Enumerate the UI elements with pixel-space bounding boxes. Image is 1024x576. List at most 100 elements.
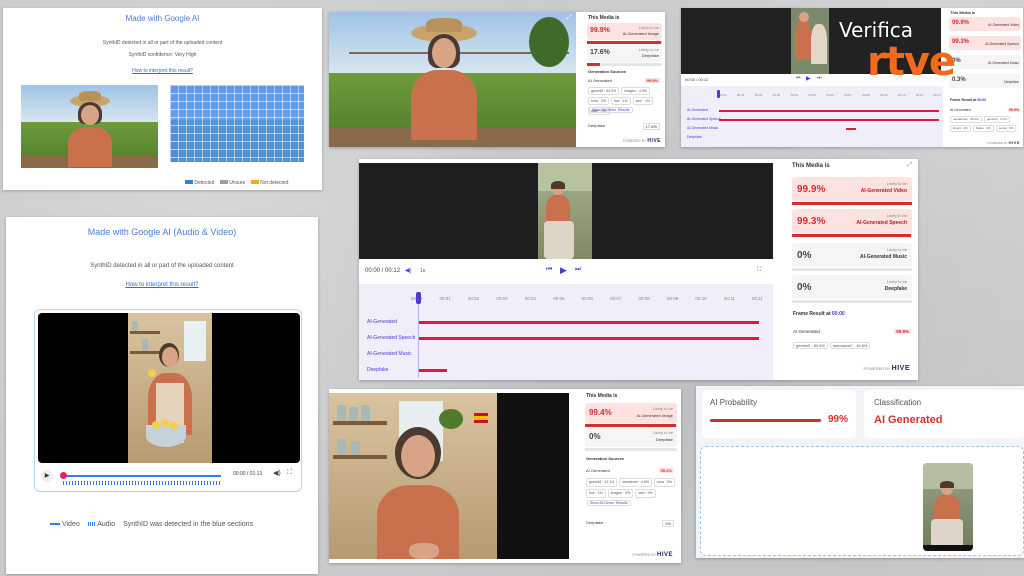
fullscreen-icon[interactable]: ⛶: [287, 469, 292, 477]
classification-card: Classification AI Generated: [864, 390, 1024, 438]
legend-video: Video: [61, 521, 80, 528]
hive-logo: HIVE: [656, 552, 673, 558]
result-pct: 0%: [797, 282, 812, 293]
result-label: Deepfake: [641, 53, 659, 58]
skip-forward-icon[interactable]: ⏭: [817, 75, 822, 81]
result-ai-image: 99.9% Likely to be AI-Generated Image: [587, 23, 662, 40]
video-frame: [538, 163, 592, 259]
synthid-image-panel: Made with Google AI SynthID detected in …: [3, 8, 322, 190]
legend-text: SynthID was detected in the blue section…: [123, 521, 254, 528]
sidebar-header: This Media is: [586, 393, 618, 399]
result-ai-music: 0% Likely to be AI-Generated Music: [792, 243, 912, 267]
tick-label: 00:03: [496, 296, 508, 301]
source-main: AI Generated 99.9%: [588, 78, 660, 83]
result-label: AI-Generated Video: [988, 23, 1019, 27]
playhead-line: [418, 304, 419, 378]
result-pct: 99.4%: [589, 408, 612, 417]
result-pct: 99.9%: [952, 20, 970, 26]
result-ai-video: 99.9% Likely to be AI-Generated Video: [792, 177, 912, 201]
result-ai-video: 99.9% AI-Generated Video: [949, 17, 1021, 31]
skip-forward-icon[interactable]: ⏭: [575, 266, 581, 274]
source-chip: flux · 1%: [586, 489, 606, 498]
result-label: AI-Generated Music: [860, 254, 907, 260]
track-bar-ai-generated: [719, 110, 939, 112]
source-chip: imagen · 4.9%: [621, 87, 650, 95]
playhead[interactable]: [717, 90, 720, 98]
fullscreen-icon[interactable]: ⛶: [757, 267, 761, 274]
play-icon[interactable]: ▶: [806, 75, 811, 82]
expand-icon[interactable]: ⤢: [907, 162, 912, 169]
result-pct: 99.9%: [797, 184, 826, 195]
source-chip: seedream · 4.5%: [619, 478, 652, 487]
media-dropzone[interactable]: [700, 446, 1024, 556]
time-display: 00:00 / 01:13: [233, 471, 263, 477]
expand-icon[interactable]: ⤢: [566, 14, 572, 22]
result-sub: Likely to be: [638, 47, 659, 52]
powered-by: POWERED BY HIVE: [632, 552, 673, 558]
powered-by: POWERED BY HIVE: [988, 140, 1020, 145]
result-label: Deepfake: [884, 286, 907, 292]
time-display: 00:00 / 00:12: [365, 268, 401, 274]
source-main: AI Generated 99.4%: [586, 468, 674, 473]
play-icon[interactable]: ▶: [41, 470, 53, 482]
show-all-button[interactable]: Show All Gener. Results: [589, 107, 633, 113]
playhead[interactable]: [416, 292, 421, 304]
play-icon[interactable]: ▶: [560, 265, 567, 276]
deepfake-row: Deepfake 17.6%: [588, 123, 660, 130]
timeline-ticks: 00:00 00:01 00:02 00:03 00:04 00:05 00:06 00:07…: [719, 93, 941, 97]
result-label: AI-Generated Image: [622, 31, 659, 36]
frame-time[interactable]: 00:00: [977, 98, 986, 102]
source-main-pct: 99.4%: [658, 468, 674, 473]
track-label: Deepfake: [687, 135, 702, 139]
deepfake-row: Deepfake 0%: [586, 520, 674, 527]
timeline[interactable]: 00:0000:0100:0200:0300:0400:0500:0600:07…: [359, 284, 773, 380]
show-all-button[interactable]: Show All Gener. Results: [587, 500, 631, 506]
video-player: [359, 163, 773, 259]
probability-value: 99%: [828, 414, 849, 425]
frame-result: Frame Result at 00:00: [950, 98, 986, 102]
tick-label: 00:11: [751, 296, 763, 301]
frame-main-pct: 99.9%: [894, 329, 911, 334]
powered-by: POWERED BY HIVE: [623, 138, 661, 144]
legend-not-detected: Not detected: [260, 180, 289, 186]
legend-detected: Detected: [194, 180, 215, 186]
tick-label: 00:01: [439, 296, 451, 301]
legend-unsure: Unsure: [229, 180, 246, 186]
frame-main-label: AI Generated: [793, 329, 820, 334]
track-bar-deepfake: [846, 128, 856, 130]
progress-knob[interactable]: [60, 472, 67, 479]
volume-icon[interactable]: ◀): [273, 469, 281, 477]
result-label: AI-Generated Image: [636, 413, 673, 418]
results-sidebar: This Media is ⤢ 99.9% Likely to be AI-Ge…: [788, 159, 918, 380]
track-bar-ai-speech: [719, 119, 939, 121]
progress-track[interactable]: [61, 475, 221, 477]
interpret-link[interactable]: How to interpret this result?: [3, 68, 322, 74]
frame-main-label: AI Generated: [950, 108, 971, 112]
deepfake-pct: 0%: [662, 520, 674, 527]
source-chip: sdxl · 0%: [635, 489, 656, 498]
source-chip: sora · 2%: [588, 97, 609, 105]
tick-label: 00:05: [553, 296, 565, 301]
hive-image-panel: ⤢ This Media is 99.9% Likely to be AI-Ge…: [329, 12, 665, 147]
speed-label[interactable]: 1x: [420, 268, 425, 274]
powered-text: POWERED BY: [622, 139, 647, 143]
timeline[interactable]: 00:0000:0100:0200:0300:0400:0500:0600:07…: [681, 86, 943, 147]
source-chips: gemini3 · 92.1% seedream · 4.5% sora · 2% f…: [585, 477, 677, 499]
interpret-link[interactable]: How to interpret this result?: [6, 282, 318, 288]
track-label: AI-Generated Music: [687, 126, 719, 130]
deepfake-pct: 17.6%: [642, 123, 660, 130]
tick-label: 00:07: [610, 296, 622, 301]
hive-video-panel-center: 00:00 / 00:12 ◀) 1x ⏮ ▶ ⏭ ⛶ 00:00 00:01 00…: [359, 159, 918, 380]
frame-main: AI Generated 99.9%: [793, 329, 911, 334]
frame-time[interactable]: 00:00: [832, 311, 845, 317]
track-bar-deepfake: [419, 369, 447, 372]
speaker-icon[interactable]: ◀): [405, 267, 412, 274]
result-pct: 99.9%: [590, 27, 610, 34]
video-frame: [128, 313, 212, 463]
tick-label: 00:08: [638, 296, 650, 301]
tick-label: 00:02: [467, 296, 480, 301]
skip-back-icon[interactable]: ⏮: [796, 75, 801, 81]
legend-detected-swatch: [185, 180, 193, 184]
hive-logo: HIVE: [1008, 140, 1020, 145]
skip-back-icon[interactable]: ⏮: [546, 266, 552, 274]
